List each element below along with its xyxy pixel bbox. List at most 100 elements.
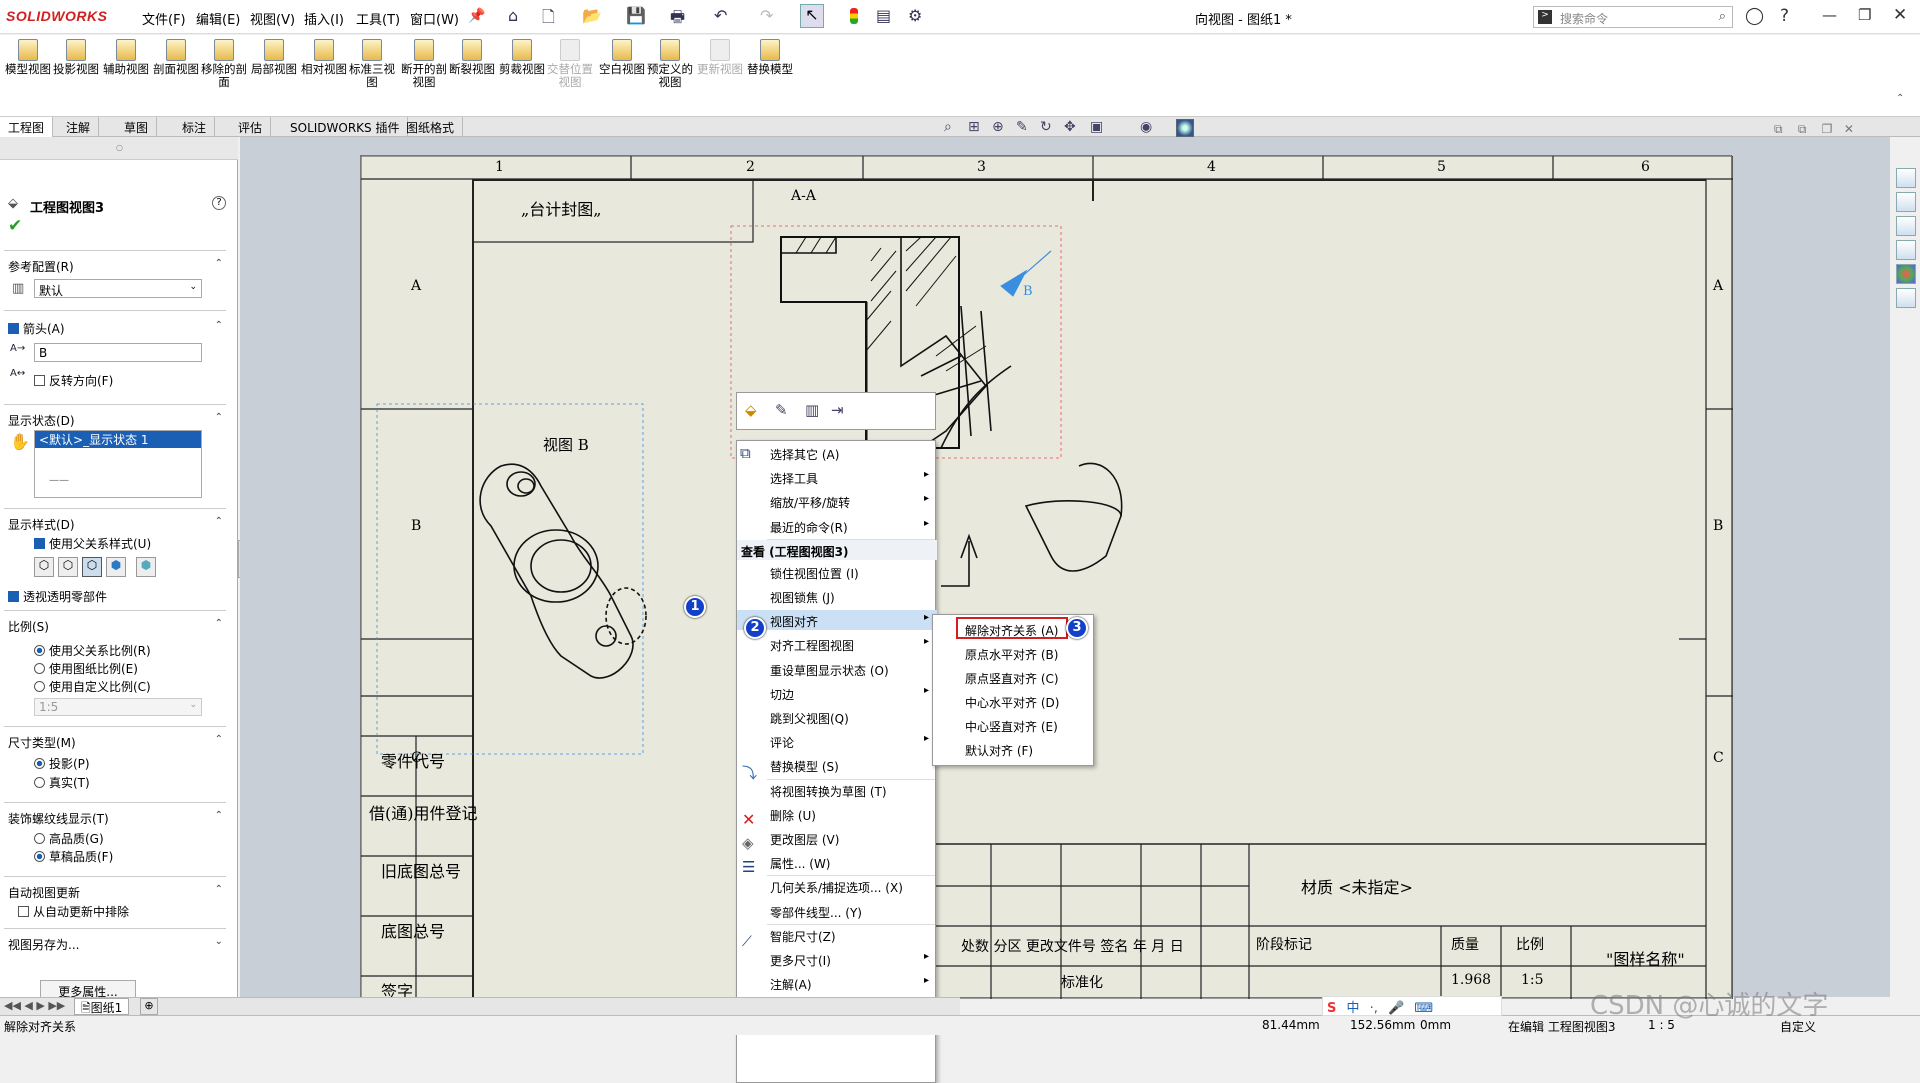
display-style-icon[interactable]: ▣ [1090,119,1103,135]
zoom-fit-icon[interactable]: ⌕ [944,119,952,135]
zoom-area-icon[interactable]: ⊞ [968,119,980,135]
context-menu-item-17[interactable]: 属性... (W) [737,852,937,872]
ribbon-button-14[interactable]: 更新视图 [696,39,744,76]
display-state-item[interactable]: <默认>_显示状态 1 [35,431,201,448]
wireframe-icon[interactable]: ⬡ [34,557,54,577]
scale-custom-radio[interactable]: 使用自定义比例(C) [34,678,151,695]
tab-0[interactable]: 工程图 [0,117,54,137]
minimize-icon[interactable]: — [1822,6,1837,24]
submenu-item-2[interactable]: 原点竖直对齐 (C) [933,667,1093,687]
ribbon-button-12[interactable]: 空白视图 [598,39,646,76]
exclude-auto-update-checkbox[interactable]: 从自动更新中排除 [18,903,129,920]
menu-insert[interactable]: 插入(I) [304,9,344,28]
context-menu-item-1[interactable]: 选择工具 ▸ [737,467,937,487]
ribbon-button-4[interactable]: 移除的剖面 [200,39,248,89]
appearances-icon[interactable] [1896,264,1916,284]
file-explorer-icon[interactable] [1896,216,1916,236]
hide-show-icon[interactable]: ◉ [1140,119,1152,135]
context-menu-item-15[interactable]: 删除 (U) [737,804,937,824]
ribbon-button-11[interactable]: 交替位置视图 [546,39,594,89]
options-gear-icon[interactable]: ⚙ [908,6,922,25]
context-menu-item-5[interactable]: 锁住视图位置 (I) [737,562,937,582]
section-scale[interactable]: 比例(S) [8,618,49,635]
section-display-style[interactable]: 显示样式(D) [8,516,75,533]
collapse-chevron-icon[interactable]: ⌃ [215,884,223,895]
section-save-view-as[interactable]: 视图另存为... [8,936,79,953]
view-properties-icon[interactable]: ⬙ [745,401,757,419]
resources-icon[interactable] [1896,168,1916,188]
align-icon[interactable]: ✎ [775,401,788,419]
shaded-edges-icon[interactable]: ⬢ [106,557,126,577]
collapse-ribbon-icon[interactable]: ⌃ [1896,93,1904,104]
window-tile-icons[interactable]: ⧉ ⧉ ❐ ✕ [1774,122,1854,137]
lock-view-icon[interactable]: ⇥ [831,401,844,419]
custom-scale-select[interactable]: 1:5 ⌄ [34,698,202,716]
zoom-in-out-icon[interactable]: ⊕ [992,119,1004,135]
submenu-item-1[interactable]: 原点水平对齐 (B) [933,643,1093,663]
section-dimension-type[interactable]: 尺寸类型(M) [8,734,76,751]
context-menu-item-13[interactable]: 替换模型 (S) [737,755,937,775]
ribbon-button-7[interactable]: 标准三视图 [348,39,396,89]
arrow-checkbox[interactable]: 箭头(A) [8,320,65,337]
view-focus-icon[interactable]: ▥ [805,401,819,419]
context-menu-item-22[interactable]: 注解(A) ▸ [737,973,937,993]
context-menu-item-8[interactable]: 对齐工程图视图 ▸ [737,634,937,654]
context-menu-item-2[interactable]: 缩放/平移/旋转 ▸ [737,491,937,511]
ok-checkmark-icon[interactable]: ✔ [8,216,22,236]
ribbon-button-8[interactable]: 断开的剖视图 [400,39,448,89]
dim-true-radio[interactable]: 真实(T) [34,774,90,791]
context-menu-item-0[interactable]: 选择其它 (A) [737,443,937,463]
add-sheet-icon[interactable]: ⊕ [140,998,158,1015]
thread-draft-quality-radio[interactable]: 草稿品质(F) [34,848,113,865]
collapse-chevron-icon[interactable]: ⌃ [215,618,223,629]
context-menu-item-20[interactable]: 智能尺寸(Z) [737,925,937,945]
select-cursor-icon[interactable]: ↖ [800,4,824,28]
collapse-chevron-icon[interactable]: ⌃ [215,320,223,331]
help-icon[interactable]: ? [212,196,226,210]
home-icon[interactable]: ⌂ [508,6,518,25]
sketch-icon[interactable]: ✎ [1016,119,1028,135]
context-menu-item-16[interactable]: 更改图层 (V) [737,828,937,848]
restore-icon[interactable]: ❐ [1858,6,1871,24]
collapse-chevron-icon[interactable]: ⌃ [215,516,223,527]
ribbon-button-10[interactable]: 剪裁视图 [498,39,546,76]
expand-chevron-icon[interactable]: ⌄ [215,936,223,947]
menu-view[interactable]: 视图(V) [250,9,295,28]
thread-high-quality-radio[interactable]: 高品质(G) [34,830,104,847]
redo-icon[interactable]: ↷ [760,6,773,25]
ribbon-button-3[interactable]: 剖面视图 [152,39,200,76]
save-icon[interactable]: 💾 [626,6,646,25]
ref-config-select[interactable]: 默认 ⌄ [34,279,202,298]
menu-tools[interactable]: 工具(T) [356,9,400,28]
submenu-item-4[interactable]: 中心竖直对齐 (E) [933,715,1093,735]
context-menu-item-12[interactable]: 评论 ▸ [737,731,937,751]
ribbon-button-13[interactable]: 预定义的视图 [646,39,694,89]
scale-sheet-radio[interactable]: 使用图纸比例(E) [34,660,138,677]
drawing-sheet[interactable]: 123456AABBCC „台计封图„ A-A 视图 B B 零件代号 借(通)… [360,155,1733,1001]
tab-5[interactable]: SOLIDWORKS 插件 [282,117,409,137]
reverse-direction-checkbox[interactable]: 反转方向(F) [34,372,113,389]
file-properties-icon[interactable]: ▤ [876,6,891,25]
menu-window[interactable]: 窗口(W) [410,9,459,28]
ribbon-button-0[interactable]: 模型视图 [4,39,52,76]
context-menu-item-10[interactable]: 切边 ▸ [737,683,937,703]
user-account-icon[interactable]: ◯ [1745,6,1764,26]
context-menu-item-19[interactable]: 零部件线型... (Y) [737,901,937,921]
submenu-item-3[interactable]: 中心水平对齐 (D) [933,691,1093,711]
section-ref-config[interactable]: 参考配置(R) [8,258,74,275]
context-menu-item-14[interactable]: 将视图转换为草图 (T) [737,780,937,800]
context-menu-item-6[interactable]: 视图锁焦 (J) [737,586,937,606]
design-library-icon[interactable] [1896,192,1916,212]
view-palette-icon[interactable] [1896,240,1916,260]
ribbon-button-2[interactable]: 辅助视图 [102,39,150,76]
new-file-icon[interactable]: 🗋 [542,6,555,33]
transparent-components-checkbox[interactable]: 透视透明零部件 [8,588,107,605]
display-state-list[interactable]: <默认>_显示状态 1 —— [34,430,202,498]
ribbon-button-9[interactable]: 断裂视图 [448,39,496,76]
ribbon-button-6[interactable]: 相对视图 [300,39,348,76]
undo-icon[interactable]: ↶ [714,6,727,25]
tab-1[interactable]: 注解 [58,117,100,137]
scene-icon[interactable] [1176,119,1194,137]
tab-6[interactable]: 图纸格式 [398,117,464,137]
context-menu-item-11[interactable]: 跳到父视图(Q) [737,707,937,727]
